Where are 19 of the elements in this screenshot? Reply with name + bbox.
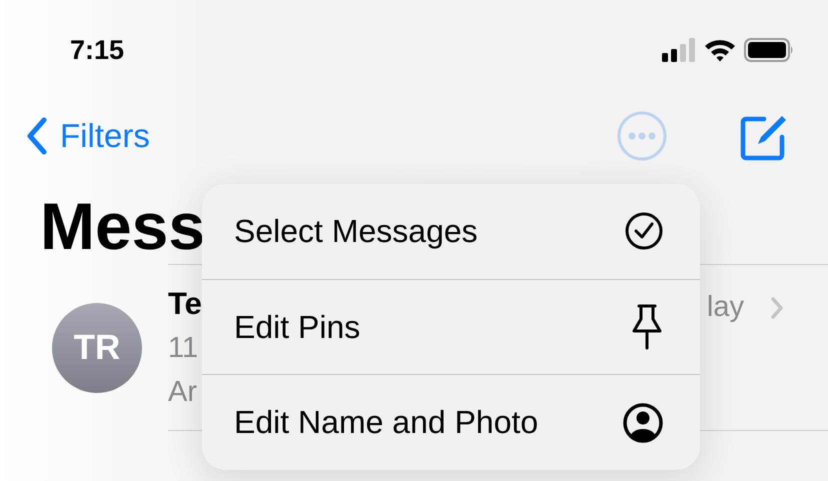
signal-icon <box>662 38 696 62</box>
status-time: 7:15 <box>70 34 124 66</box>
person-circle-icon <box>622 402 664 444</box>
large-title: Mess <box>40 188 200 264</box>
message-date: lay <box>706 291 744 324</box>
menu-item[interactable]: Select Messages <box>202 184 700 279</box>
message-preview: 11 <box>168 330 200 366</box>
avatar: TR <box>52 302 142 392</box>
wifi-icon <box>704 38 736 62</box>
menu-item[interactable]: Edit Name and Photo <box>202 375 700 470</box>
back-button[interactable]: Filters <box>26 117 150 155</box>
pin-icon <box>630 303 664 351</box>
chevron-right-icon <box>770 296 784 320</box>
chevron-left-icon <box>26 117 48 155</box>
checkmark-circle-icon <box>624 211 664 252</box>
contact-name: Te <box>168 284 202 322</box>
message-preview: Ar <box>168 374 198 410</box>
menu-item[interactable]: Edit Pins <box>202 280 700 374</box>
battery-icon <box>744 38 794 62</box>
